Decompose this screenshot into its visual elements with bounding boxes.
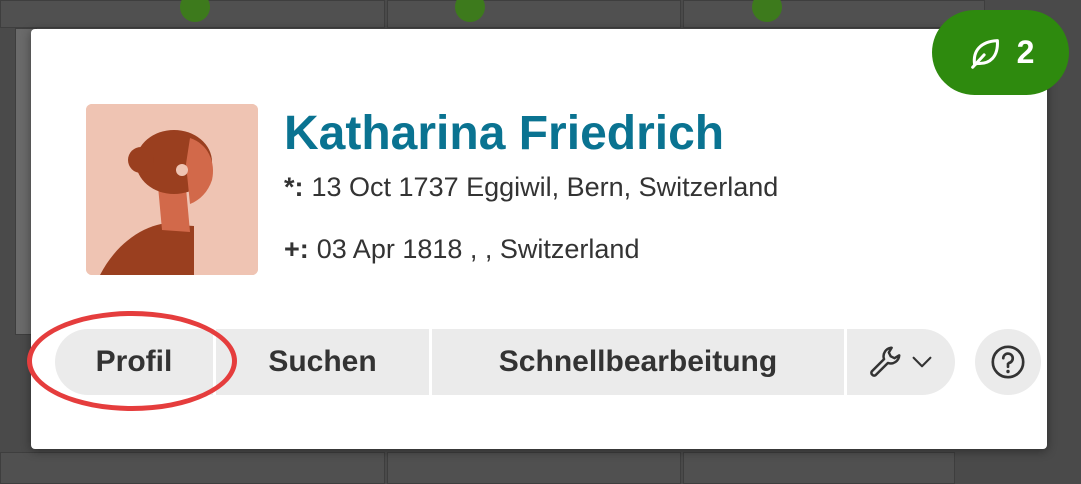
avatar bbox=[86, 104, 258, 275]
birth-fact: *: 13 Oct 1737 Eggiwil, Bern, Switzerland bbox=[284, 172, 778, 203]
background-tile bbox=[683, 0, 985, 28]
background-tile bbox=[387, 452, 681, 484]
person-name[interactable]: Katharina Friedrich bbox=[284, 106, 724, 161]
background-tile bbox=[683, 452, 955, 484]
death-fact: +: 03 Apr 1818 , , Switzerland bbox=[284, 234, 639, 265]
tools-menu-button[interactable] bbox=[847, 329, 955, 395]
leaf-icon bbox=[970, 38, 999, 69]
chevron-down-icon bbox=[912, 356, 932, 368]
birth-symbol: *: bbox=[284, 172, 304, 202]
birth-details: 13 Oct 1737 Eggiwil, Bern, Switzerland bbox=[311, 172, 779, 202]
background-tile bbox=[387, 0, 681, 28]
suchen-button[interactable]: Suchen bbox=[216, 329, 429, 395]
death-details: 03 Apr 1818 , , Switzerland bbox=[316, 234, 640, 264]
record-hints-badge[interactable]: 2 bbox=[932, 10, 1069, 95]
hint-count: 2 bbox=[1016, 34, 1035, 70]
help-button[interactable] bbox=[975, 329, 1041, 395]
help-icon bbox=[991, 345, 1025, 379]
background-tile bbox=[0, 452, 385, 484]
schnellbearbeitung-button[interactable]: Schnellbearbeitung bbox=[432, 329, 844, 395]
profil-button[interactable]: Profil bbox=[55, 329, 213, 395]
death-symbol: +: bbox=[284, 234, 309, 264]
action-bar: Profil Suchen Schnellbearbeitung bbox=[55, 329, 955, 395]
wrench-icon bbox=[870, 346, 901, 377]
